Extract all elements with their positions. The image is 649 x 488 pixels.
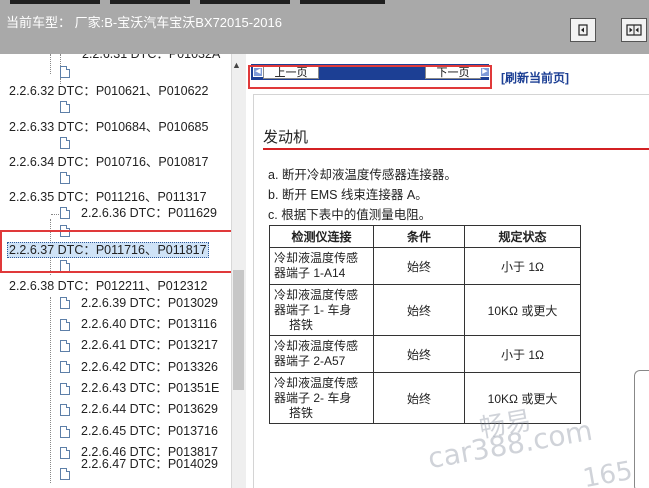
doc-icon [60, 137, 70, 149]
cell-line: 冷却液温度传感 [274, 339, 359, 353]
tab-strip [200, 0, 290, 4]
table-cell: 10KΩ 或更大 [464, 284, 581, 336]
table-cell: 始终 [373, 335, 465, 373]
split-view-button[interactable] [621, 18, 647, 42]
cell-line: 器端子 1-A14 [274, 266, 346, 280]
column-header: 规定状态 [464, 225, 581, 248]
table-cell: 冷却液温度传感 器端子 2-A57 [269, 335, 374, 373]
doc-icon [60, 447, 70, 459]
doc-icon [60, 404, 70, 416]
table-cell: 始终 [373, 372, 465, 424]
table-row: 冷却液温度传感 器端子 1-A14 始终 小于 1Ω [269, 247, 581, 285]
table-row: 冷却液温度传感 器端子 1- 车身 搭铁 始终 10KΩ 或更大 [269, 284, 581, 336]
section-title: 发动机 [263, 129, 309, 146]
cell-line: 冷却液温度传感 [274, 287, 359, 302]
tree-item-2-2-6-41[interactable]: 2.2.6.41 DTC：P013217 [81, 336, 218, 354]
doc-icon [60, 361, 70, 373]
doc-icon [60, 468, 70, 480]
cell-line: 搭铁 [289, 405, 314, 420]
table-cell: 小于 1Ω [464, 335, 581, 373]
column-header: 条件 [373, 225, 465, 248]
table-cell: 小于 1Ω [464, 247, 581, 285]
tree-item-2-2-6-38[interactable]: 2.2.6.38 DTC：P012211、P012312 [9, 277, 208, 295]
cell-line: 冷却液温度传感 [274, 375, 359, 390]
cell-line: 器端子 2- 车身 [274, 390, 352, 405]
tree-scrollbar[interactable] [231, 54, 246, 488]
doc-icon [60, 66, 70, 78]
highlight-box-pager [248, 65, 492, 89]
table-cell: 冷却液温度传感 器端子 2- 车身 搭铁 [269, 372, 374, 424]
top-bar: 当前车型： 厂家:B-宝沃汽车宝沃BX72015-2016 [0, 0, 649, 54]
table-row: 冷却液温度传感 器端子 2- 车身 搭铁 始终 10KΩ 或更大 [269, 372, 581, 424]
tab-strip [300, 0, 385, 4]
diagram-fragment [634, 370, 649, 488]
tree-item-partial[interactable]: 2.2.6.31 DTC：P01032A [82, 54, 220, 63]
doc-icon [60, 297, 70, 309]
tree-item-2-2-6-33[interactable]: 2.2.6.33 DTC：P010684、P010685 [9, 118, 208, 136]
table-cell: 冷却液温度传感 器端子 1-A14 [269, 247, 374, 285]
tree-connector [50, 54, 51, 74]
tree-item-2-2-6-40[interactable]: 2.2.6.40 DTC：P013116 [81, 315, 217, 333]
tree-item-2-2-6-47[interactable]: 2.2.6.47 DTC：P014029 [81, 455, 218, 473]
cell-line: 器端子 1- 车身 [274, 302, 352, 317]
tree-connector [51, 214, 59, 215]
document-pane: ◀ 上一页 下一页 ▶ [刷新当前页] 发动机 a. 断开冷却液温度传感器连接器… [247, 54, 649, 488]
tree-item-2-2-6-43[interactable]: 2.2.6.43 DTC：P01351E [81, 379, 219, 397]
table-row: 冷却液温度传感 器端子 2-A57 始终 小于 1Ω [269, 335, 581, 373]
resistance-spec-table: 检测仪连接 条件 规定状态 冷却液温度传感 器端子 1-A14 始终 小于 1Ω… [269, 225, 581, 424]
refresh-page-link[interactable]: [刷新当前页] [501, 69, 569, 86]
doc-icon [60, 383, 70, 395]
doc-icon [60, 101, 70, 113]
tree-item-2-2-6-36[interactable]: 2.2.6.36 DTC：P011629 [81, 204, 217, 222]
scrollbar-thumb[interactable] [233, 270, 244, 390]
pin-button[interactable] [570, 18, 596, 42]
table-cell: 始终 [373, 247, 465, 285]
table-cell: 始终 [373, 284, 465, 336]
step-c: c. 根据下表中的值测量电阻。 [268, 208, 432, 222]
tab-strip [10, 0, 100, 4]
tree-item-2-2-6-45[interactable]: 2.2.6.45 DTC：P013716 [81, 422, 218, 440]
table-header-row: 检测仪连接 条件 规定状态 [269, 225, 581, 248]
tree-item-2-2-6-34[interactable]: 2.2.6.34 DTC：P010716、P010817 [9, 153, 208, 171]
tree-item-2-2-6-42[interactable]: 2.2.6.42 DTC：P013326 [81, 358, 218, 376]
doc-icon [60, 207, 70, 219]
tree-item-2-2-6-32[interactable]: 2.2.6.32 DTC：P010621、P010622 [9, 82, 208, 100]
doc-toolbar: ◀ 上一页 下一页 ▶ [刷新当前页] [247, 60, 649, 89]
cell-line: 器端子 2-A57 [274, 354, 346, 368]
doc-icon [60, 172, 70, 184]
doc-icon [60, 319, 70, 331]
tree-item-2-2-6-39[interactable]: 2.2.6.39 DTC：P013029 [81, 294, 218, 312]
step-a: a. 断开冷却液温度传感器连接器。 [268, 168, 457, 182]
table-cell: 冷却液温度传感 器端子 1- 车身 搭铁 [269, 284, 374, 336]
scroll-up-arrow-icon[interactable]: ▲ [232, 60, 241, 70]
tree-item-2-2-6-44[interactable]: 2.2.6.44 DTC：P013629 [81, 400, 218, 418]
column-header: 检测仪连接 [269, 225, 374, 248]
doc-icon [60, 340, 70, 352]
pin-icon [578, 24, 588, 36]
step-b: b. 断开 EMS 线束连接器 A。 [268, 188, 428, 202]
doc-icon [60, 426, 70, 438]
vehicle-model-title: 当前车型： 厂家:B-宝沃汽车宝沃BX72015-2016 [6, 15, 282, 30]
tab-strip [110, 0, 190, 4]
section-divider [263, 148, 649, 150]
highlight-box-selected-item [0, 230, 236, 273]
tree-connector [50, 297, 51, 483]
cell-line: 搭铁 [289, 317, 314, 332]
split-view-icon [626, 24, 642, 36]
cell-line: 冷却液温度传感 [274, 251, 359, 265]
